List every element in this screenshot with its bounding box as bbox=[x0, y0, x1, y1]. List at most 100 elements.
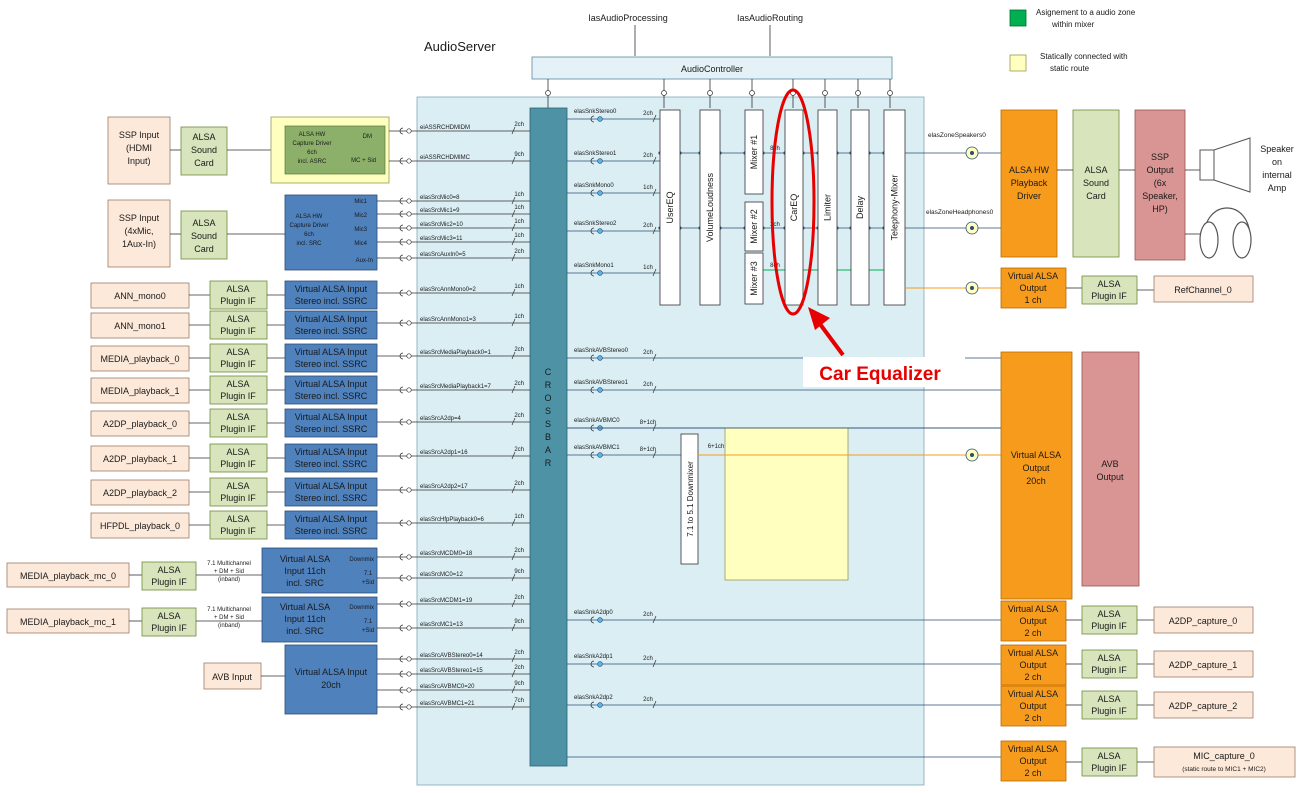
mc-note-0-l1: 7.1 Multichannel bbox=[207, 561, 251, 567]
mc-note-1-l1: 7.1 Multichannel bbox=[207, 607, 251, 613]
plugin-if-ref-l1: ALSA bbox=[1097, 279, 1120, 289]
src-port-11: elasSrcA2dp=4 bbox=[420, 416, 462, 422]
src-port-ch-8: 1ch bbox=[514, 314, 524, 320]
sink-port-9: elasSnkA2dp0 bbox=[574, 610, 613, 616]
legend-yellow-text-1: Statically connected with bbox=[1040, 52, 1128, 61]
src-port-3: elasSrcMic1=9 bbox=[420, 208, 460, 214]
virtual-mc-0-l1: Virtual ALSA bbox=[280, 554, 330, 564]
plugin-if-cap-1-l1: ALSA bbox=[1097, 653, 1120, 663]
sink-port-1: elasSnkStereo1 bbox=[574, 151, 617, 157]
src-port-ch-15: 2ch bbox=[514, 548, 524, 554]
src-port-ch-21: 9ch bbox=[514, 681, 524, 687]
plugin-if-cap-0-l1: ALSA bbox=[1097, 609, 1120, 619]
mc-note-1-l3: (inband) bbox=[218, 623, 240, 629]
virtual-stereo-5-l1: Virtual ALSA Input bbox=[295, 447, 368, 457]
src-port-7: elasSrcAnnMono0=2 bbox=[420, 287, 477, 293]
source-label-1: ANN_mono1 bbox=[114, 321, 166, 331]
zone-speakers-label: elasZoneSpeakers0 bbox=[928, 132, 986, 139]
virtual-mc-0-l2: Input 11ch bbox=[284, 566, 325, 576]
virtual-avb-l1: Virtual ALSA Input bbox=[295, 667, 368, 677]
hw-capture-2-l4: incl. SRC bbox=[296, 241, 322, 247]
plugin-if-mc-0-l2: Plugin IF bbox=[151, 577, 187, 587]
sink-port-5: elasSnkAVBStereo0 bbox=[574, 348, 629, 354]
plugin-if-3-l2: Plugin IF bbox=[220, 391, 256, 401]
avb-output-box bbox=[1081, 351, 1140, 587]
source-label-7: HFPDL_playback_0 bbox=[100, 521, 180, 531]
hw-capture-2-port-auxin: Aux-In bbox=[356, 258, 373, 264]
src-port-ch-22: 7ch bbox=[514, 698, 524, 704]
src-port-15: elasSrcMCDM0=18 bbox=[420, 551, 473, 557]
mc-note-0-l2: + DM + Sid bbox=[214, 569, 244, 575]
alsa-sound-card-in-2-l2: Sound bbox=[191, 231, 217, 241]
source-label-6: A2DP_playback_2 bbox=[103, 488, 177, 498]
hw-capture-1-l3: 6ch bbox=[307, 150, 317, 156]
plugin-if-5-l2: Plugin IF bbox=[220, 459, 256, 469]
ssp-output-l3: (6x bbox=[1154, 178, 1167, 188]
virtual-stereo-6-l2: Stereo incl. SSRC bbox=[295, 493, 368, 503]
src-port-ch-14: 1ch bbox=[514, 514, 524, 520]
virtual-mc-0-downmix: Downmix bbox=[349, 557, 374, 563]
src-port-ch-16: 9ch bbox=[514, 569, 524, 575]
mc-note-1-l2: + DM + Sid bbox=[214, 615, 244, 621]
virtual-stereo-4-l2: Stereo incl. SSRC bbox=[295, 424, 368, 434]
virtual-stereo-4-l1: Virtual ALSA Input bbox=[295, 412, 368, 422]
src-port-8: elasSrcAnnMono1=3 bbox=[420, 317, 477, 323]
sink-port-ch-4: 1ch bbox=[643, 265, 653, 271]
hw-capture-2-l2: Capture Driver bbox=[289, 223, 328, 229]
sink-port-10: elasSnkA2dp1 bbox=[574, 654, 613, 660]
virtual-20ch-l3: 20ch bbox=[1026, 476, 1046, 486]
src-port-22: elasSrcAVBMC1=21 bbox=[420, 701, 475, 707]
ias-audio-routing-label: IasAudioRouting bbox=[737, 13, 803, 23]
plugin-if-5-l1: ALSA bbox=[226, 447, 249, 457]
virtual-2ch-2-l1: Virtual ALSA bbox=[1008, 689, 1058, 699]
speaker-note-l2: on bbox=[1272, 157, 1282, 167]
sink-port-11: elasSnkA2dp2 bbox=[574, 695, 613, 701]
speaker-note-l4: Amp bbox=[1268, 183, 1287, 193]
src-port-6: elasSrcAuxIn0=5 bbox=[420, 252, 466, 258]
virtual-stereo-2-l2: Stereo incl. SSRC bbox=[295, 359, 368, 369]
plugin-if-cap-1-l2: Plugin IF bbox=[1091, 665, 1127, 675]
plugin-if-2-l2: Plugin IF bbox=[220, 359, 256, 369]
ssp-hdmi-line-1: SSP Input bbox=[119, 130, 160, 140]
virtual-stereo-0-l1: Virtual ALSA Input bbox=[295, 284, 368, 294]
ssp-output-l5: HP) bbox=[1152, 204, 1168, 214]
src-port-19: elasSrcAVBStereo0=14 bbox=[420, 653, 483, 659]
hw-capture-1-l4: incl. ASRC bbox=[298, 159, 327, 165]
virtual-1ch-l2: Output bbox=[1019, 283, 1047, 293]
proc-label-4: Mixer #3 bbox=[749, 261, 759, 296]
avb-output-l2: Output bbox=[1096, 472, 1124, 482]
virtual-1ch-l3: 1 ch bbox=[1024, 295, 1041, 305]
ssp-mic-line-3: 1Aux-In) bbox=[122, 239, 156, 249]
virtual-avb-l2: 20ch bbox=[321, 680, 341, 690]
plugin-if-4-l1: ALSA bbox=[226, 412, 249, 422]
hw-capture-2-l1: ALSA HW bbox=[296, 214, 323, 220]
src-port-17: elasSrcMCDM1=19 bbox=[420, 598, 473, 604]
src-port-0: eiASSRCHDMIDM bbox=[420, 125, 470, 131]
alsa-sound-card-in-1-l2: Sound bbox=[191, 145, 217, 155]
virtual-stereo-7-l1: Virtual ALSA Input bbox=[295, 514, 368, 524]
virtual-stereo-5-l2: Stereo incl. SSRC bbox=[295, 459, 368, 469]
sink-port-ch-10: 2ch bbox=[643, 656, 653, 662]
virtual-mc-0-l3: incl. SRC bbox=[286, 578, 324, 588]
virtual-mc-1-sid: +Sid bbox=[362, 628, 374, 634]
plugin-if-3-l1: ALSA bbox=[226, 379, 249, 389]
legend-yellow-text-2: static route bbox=[1050, 64, 1090, 73]
src-port-5: elasSrcMic3=11 bbox=[420, 236, 463, 242]
source-label-5: A2DP_playback_1 bbox=[103, 454, 177, 464]
speaker-note-l1: Speaker bbox=[1260, 144, 1294, 154]
source-label-3: MEDIA_playback_1 bbox=[100, 386, 179, 396]
plugin-if-ref-l2: Plugin IF bbox=[1091, 291, 1127, 301]
virtual-mc-1-l2: Input 11ch bbox=[284, 614, 325, 624]
sink-port-7: elasSnkAVBMC0 bbox=[574, 418, 620, 424]
virtual-mc-1-l1: Virtual ALSA bbox=[280, 602, 330, 612]
downmixer-label: 7.1 to 5.1 Downmixer bbox=[686, 461, 695, 537]
src-port-1: eiASSRCHDMIMC bbox=[420, 155, 471, 161]
src-port-ch-6: 2ch bbox=[514, 249, 524, 255]
mc-note-0-l3: (inband) bbox=[218, 577, 240, 583]
sink-port-ch-5: 2ch bbox=[643, 350, 653, 356]
proc-label-8: Telephony-Mixer bbox=[890, 174, 900, 240]
alsa-sound-card-in-1-l1: ALSA bbox=[192, 132, 215, 142]
plugin-if-1-l1: ALSA bbox=[226, 314, 249, 324]
src-port-12: elasSrcA2dp1=16 bbox=[420, 450, 468, 456]
src-port-ch-12: 2ch bbox=[514, 447, 524, 453]
